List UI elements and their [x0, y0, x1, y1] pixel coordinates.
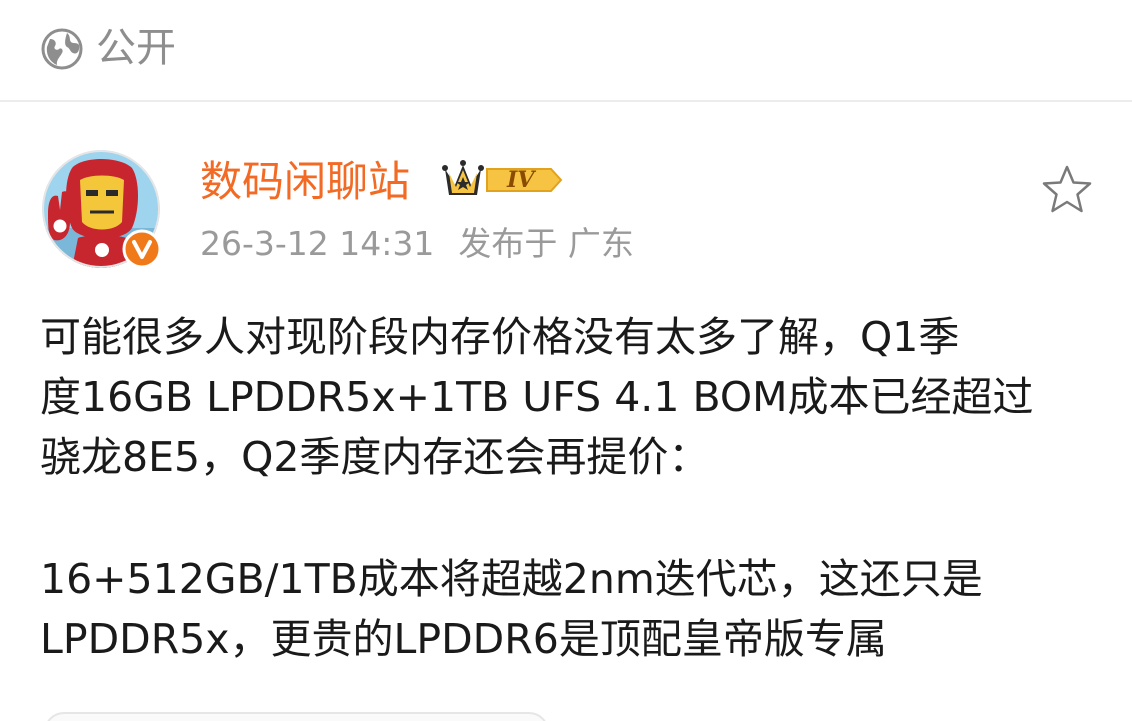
post-body-line: 可能很多人对现阶段内存价格没有太多了解，Q1季 — [40, 313, 960, 361]
post-body-line: LPDDR5x，更贵的LPDDR6是顶配皇帝版专属 — [40, 615, 887, 663]
weibo-post-detail: 公开 数码闲聊站 IV 26-3-12 14:31 发布于 广东 可能很多人对现… — [0, 0, 1132, 721]
level-badge-icon[interactable] — [441, 155, 569, 205]
post-body-line: 骁龙8E5，Q2季度内存还会再提价： — [40, 433, 710, 481]
post-meta: 26-3-12 14:31 发布于 广东 — [200, 222, 634, 266]
embedded-card-edge[interactable] — [44, 712, 549, 721]
visibility-bar[interactable]: 公开 — [0, 0, 1132, 102]
globe-icon — [41, 28, 83, 70]
verified-v-icon — [122, 229, 162, 269]
author-name[interactable]: 数码闲聊站 — [200, 156, 410, 208]
visibility-label: 公开 — [96, 25, 176, 71]
post-body-line: 16+512GB/1TB成本将超越2nm迭代芯，这还只是 — [40, 555, 983, 603]
level-badge-text: IV — [507, 167, 535, 193]
post-body-line: 度16GB LPDDR5x+1TB UFS 4.1 BOM成本已经超过 — [40, 373, 1034, 421]
post-location: 发布于 广东 — [458, 224, 634, 263]
star-outline-icon[interactable] — [1040, 163, 1094, 217]
post-timestamp: 26-3-12 14:31 — [200, 224, 435, 263]
post-body: 可能很多人对现阶段内存价格没有太多了解，Q1季 度16GB LPDDR5x+1T… — [40, 307, 1100, 669]
